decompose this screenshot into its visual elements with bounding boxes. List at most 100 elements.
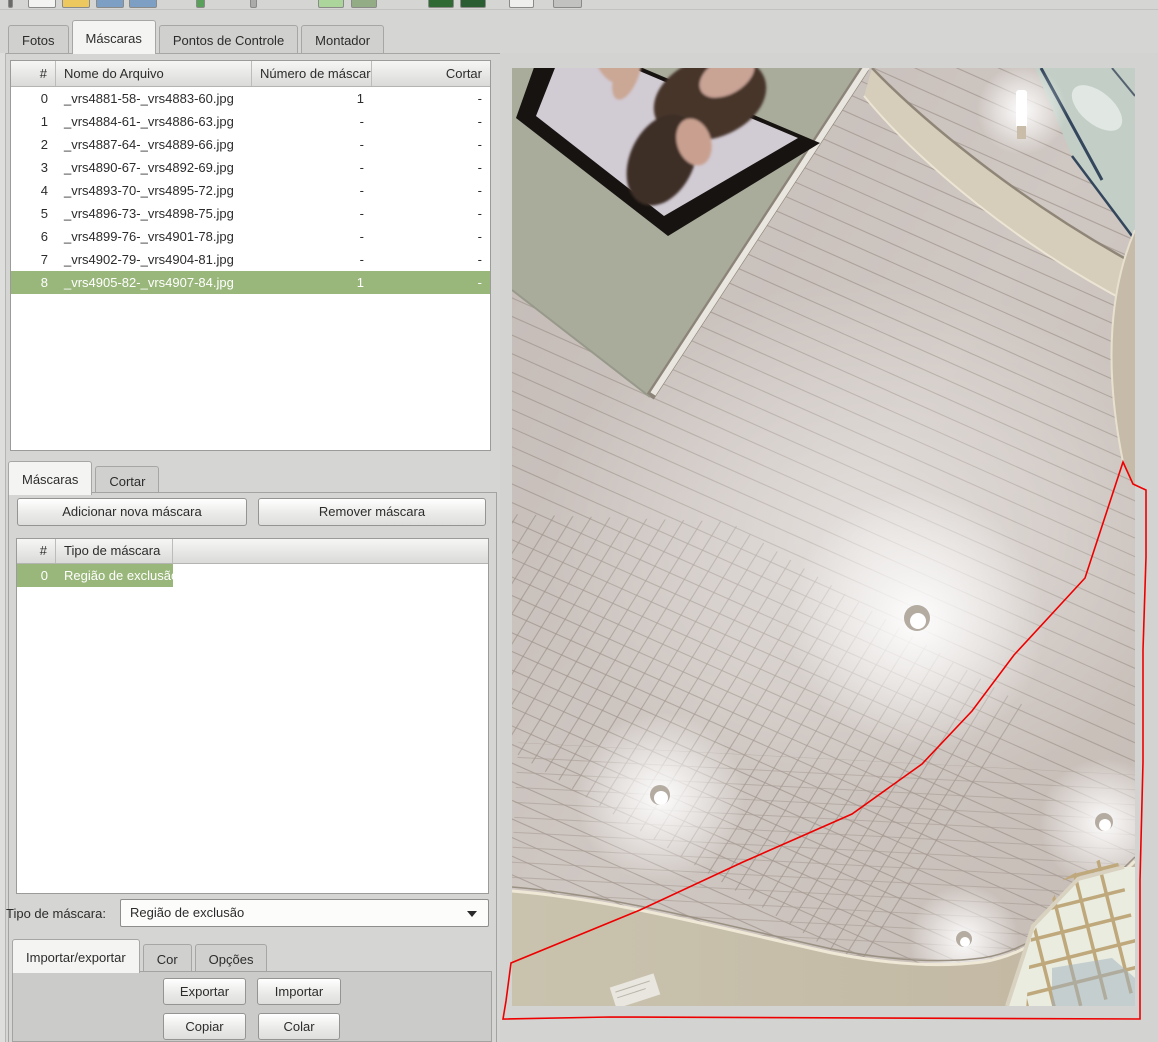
window-left-frame	[0, 53, 6, 1042]
table-row[interactable]: 5_vrs4896-73-_vrs4898-75.jpg--	[11, 202, 490, 225]
main-tab-bar: FotosMáscarasPontos de ControleMontador	[0, 19, 1158, 53]
cell-name: _vrs4881-58-_vrs4883-60.jpg	[56, 87, 252, 110]
table-row[interactable]: 7_vrs4902-79-_vrs4904-81.jpg--	[11, 248, 490, 271]
page-icon[interactable]	[509, 0, 534, 8]
mask-tab-bar: Máscaras Cortar	[8, 458, 162, 494]
preview-icon[interactable]	[318, 0, 344, 8]
open-project-icon[interactable]	[62, 0, 90, 8]
mask-type-label: Tipo de máscara:	[6, 906, 106, 922]
table-row[interactable]: 4_vrs4893-70-_vrs4895-72.jpg--	[11, 179, 490, 202]
add-mask-button[interactable]: Adicionar nova máscara	[17, 498, 247, 526]
cell-name: _vrs4893-70-_vrs4895-72.jpg	[56, 179, 252, 202]
main-tab-3[interactable]: Montador	[301, 25, 384, 54]
table-row[interactable]: 3_vrs4890-67-_vrs4892-69.jpg--	[11, 156, 490, 179]
toolbar	[0, 0, 1158, 10]
cell-masks: -	[252, 225, 372, 248]
mask-editor-canvas[interactable]	[500, 53, 1158, 1042]
cell-masks: 1	[252, 87, 372, 110]
cell-crop: -	[372, 248, 490, 271]
tube-base	[1017, 126, 1026, 139]
cell-crop: -	[372, 202, 490, 225]
cell-masks: -	[252, 110, 372, 133]
cell-mask-num: 0	[17, 564, 56, 587]
cell-mask-type: Região de exclusão	[56, 564, 173, 587]
col-header-filename[interactable]: Nome do Arquivo	[56, 61, 252, 86]
cell-crop: -	[372, 133, 490, 156]
main-tab-2[interactable]: Pontos de Controle	[159, 25, 298, 54]
cell-crop: -	[372, 110, 490, 133]
copy-button[interactable]: Copiar	[163, 1013, 246, 1040]
cell-name: _vrs4899-76-_vrs4901-78.jpg	[56, 225, 252, 248]
files-table-body: 0_vrs4881-58-_vrs4883-60.jpg1-1_vrs4884-…	[11, 87, 490, 294]
chevron-down-icon	[467, 911, 477, 917]
cell-num: 5	[11, 202, 56, 225]
tab-crop[interactable]: Cortar	[95, 466, 159, 495]
save-as-icon[interactable]	[129, 0, 157, 8]
table-row[interactable]: 8_vrs4905-82-_vrs4907-84.jpg1-	[11, 271, 490, 294]
cell-name: _vrs4905-82-_vrs4907-84.jpg	[56, 271, 252, 294]
table-row[interactable]: 0_vrs4881-58-_vrs4883-60.jpg1-	[11, 87, 490, 110]
ceiling-light-left	[575, 712, 745, 882]
tab-options[interactable]: Opções	[195, 944, 268, 973]
cell-masks: -	[252, 156, 372, 179]
paste-button[interactable]: Colar	[258, 1013, 340, 1040]
stitch-icon[interactable]	[460, 0, 486, 8]
save-project-icon[interactable]	[96, 0, 124, 8]
table-row[interactable]: 6_vrs4899-76-_vrs4901-78.jpg--	[11, 225, 490, 248]
col-header-mask-type[interactable]: Tipo de máscara	[56, 539, 173, 563]
main-tab-1[interactable]: Máscaras	[72, 20, 156, 54]
mask-list-body: 0Região de exclusão	[17, 564, 488, 587]
cell-name: _vrs4896-73-_vrs4898-75.jpg	[56, 202, 252, 225]
tab-masks[interactable]: Máscaras	[8, 461, 92, 495]
files-table-header: # Nome do Arquivo Número de máscara Cort…	[11, 61, 490, 87]
cell-masks: -	[252, 248, 372, 271]
window-edge-icon[interactable]	[8, 0, 13, 8]
panorama-photo[interactable]	[512, 68, 1135, 1006]
cell-num: 4	[11, 179, 56, 202]
new-project-icon[interactable]	[28, 0, 56, 8]
fluorescent-tube	[1016, 90, 1027, 128]
cell-name: _vrs4884-61-_vrs4886-63.jpg	[56, 110, 252, 133]
cell-num: 8	[11, 271, 56, 294]
cell-masks: 1	[252, 271, 372, 294]
mask-row[interactable]: 0Região de exclusão	[17, 564, 488, 587]
cell-crop: -	[372, 179, 490, 202]
remove-mask-button[interactable]: Remover máscara	[258, 498, 486, 526]
cell-masks: -	[252, 179, 372, 202]
col-header-mask-count[interactable]: Número de máscara	[252, 61, 372, 86]
import-button[interactable]: Importar	[257, 978, 341, 1005]
cell-num: 7	[11, 248, 56, 271]
cell-name: _vrs4887-64-_vrs4889-66.jpg	[56, 133, 252, 156]
cell-name: _vrs4902-79-_vrs4904-81.jpg	[56, 248, 252, 271]
col-header-crop[interactable]: Cortar	[372, 61, 490, 86]
mask-list: # Tipo de máscara 0Região de exclusão	[16, 538, 489, 894]
hugin-masks-window: FotosMáscarasPontos de ControleMontador …	[0, 0, 1158, 1042]
cell-crop: -	[372, 87, 490, 110]
col-header-filler	[173, 539, 488, 563]
optimize-icon[interactable]	[428, 0, 454, 8]
cell-crop: -	[372, 225, 490, 248]
table-row[interactable]: 2_vrs4887-64-_vrs4889-66.jpg--	[11, 133, 490, 156]
files-table: # Nome do Arquivo Número de máscara Cort…	[10, 60, 491, 451]
export-button[interactable]: Exportar	[163, 978, 246, 1005]
table-row[interactable]: 1_vrs4884-61-_vrs4886-63.jpg--	[11, 110, 490, 133]
cell-num: 2	[11, 133, 56, 156]
main-tab-0[interactable]: Fotos	[8, 25, 69, 54]
mask-type-combo[interactable]: Região de exclusão	[120, 899, 489, 927]
mask-type-value: Região de exclusão	[130, 905, 244, 920]
col-header-mask-number[interactable]: #	[17, 539, 56, 563]
tab-import-export[interactable]: Importar/exportar	[12, 939, 140, 973]
cell-crop: -	[372, 271, 490, 294]
gl-preview-icon[interactable]	[351, 0, 377, 8]
assistant-icon[interactable]	[196, 0, 205, 8]
ceiling-light-main	[787, 490, 1047, 750]
grid-icon[interactable]	[553, 0, 582, 8]
cell-num: 0	[11, 87, 56, 110]
cell-num: 1	[11, 110, 56, 133]
cell-num: 6	[11, 225, 56, 248]
mask-list-header: # Tipo de máscara	[17, 539, 488, 564]
tool-icon[interactable]	[250, 0, 257, 8]
tab-color[interactable]: Cor	[143, 944, 192, 973]
cell-masks: -	[252, 202, 372, 225]
col-header-number[interactable]: #	[11, 61, 56, 86]
